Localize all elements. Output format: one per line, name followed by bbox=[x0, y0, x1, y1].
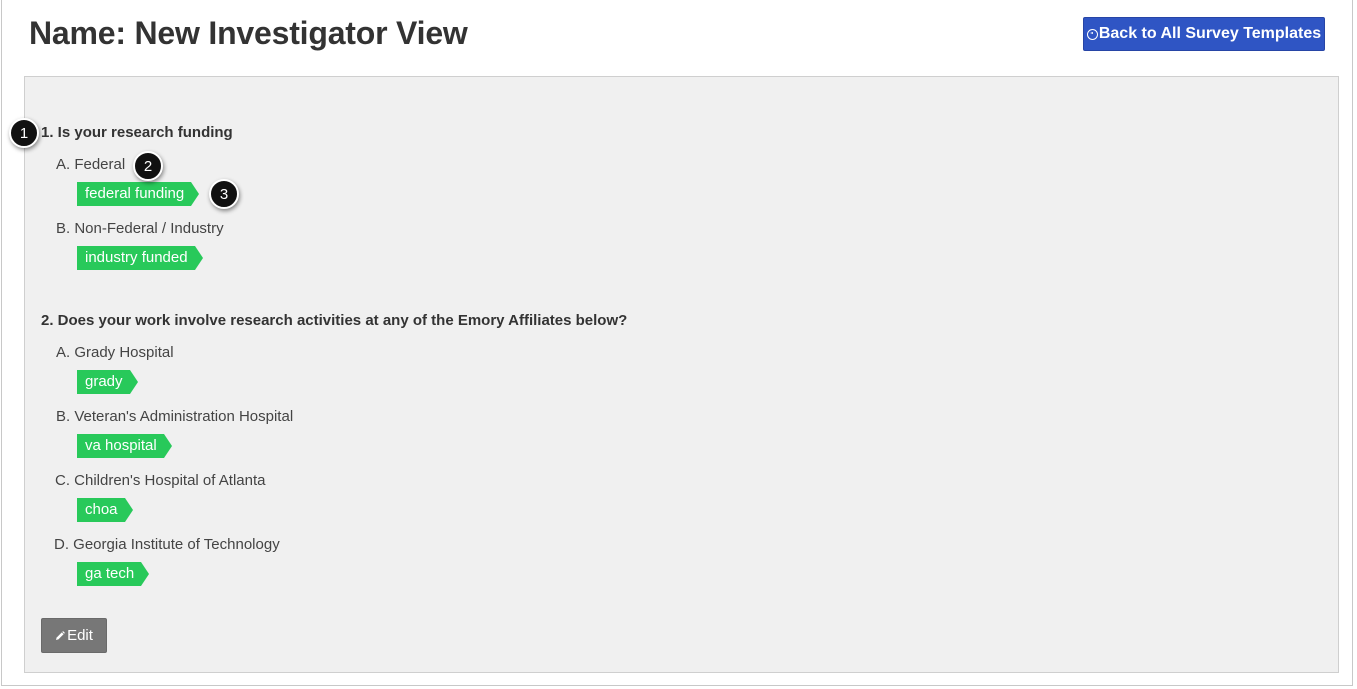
answer-2a-tag: grady bbox=[77, 370, 137, 394]
back-to-all-survey-templates-button[interactable]: Back to All Survey Templates bbox=[1083, 17, 1325, 51]
answer-1b-label: B. Non-Federal / Industry bbox=[56, 220, 224, 237]
answer-2a-label: A. Grady Hospital bbox=[56, 344, 174, 361]
edit-button[interactable]: Edit bbox=[41, 618, 107, 653]
answer-2c-tag: choa bbox=[77, 498, 132, 522]
answer-1a-tag: federal funding bbox=[77, 182, 200, 206]
answer-2b-label: B. Veteran's Administration Hospital bbox=[56, 408, 294, 425]
answer-2d-tag: ga tech bbox=[77, 562, 150, 586]
back-button-label: Back to All Survey Templates bbox=[1098, 25, 1322, 42]
answer-2b-tag: va hospital bbox=[77, 434, 172, 458]
callout-marker-1: 1 bbox=[9, 118, 39, 148]
callout-marker-2: 2 bbox=[133, 151, 163, 181]
edit-button-label: Edit bbox=[67, 627, 93, 644]
answer-1b-tag: industry funded bbox=[77, 246, 203, 270]
pencil-icon bbox=[56, 630, 65, 640]
circle-arrow-left-icon bbox=[1086, 28, 1098, 40]
answer-1a-label: A. Federal bbox=[56, 156, 126, 173]
callout-marker-3: 3 bbox=[209, 179, 239, 209]
page-title: Name: New Investigator View bbox=[29, 15, 468, 51]
survey-template-panel bbox=[24, 76, 1339, 673]
question-1-label: 1. Is your research funding bbox=[41, 124, 233, 141]
answer-2c-label: C. Children's Hospital of Atlanta bbox=[55, 472, 266, 489]
answer-2d-label: D. Georgia Institute of Technology bbox=[54, 536, 280, 553]
question-2-label: 2. Does your work involve research activ… bbox=[41, 312, 628, 329]
